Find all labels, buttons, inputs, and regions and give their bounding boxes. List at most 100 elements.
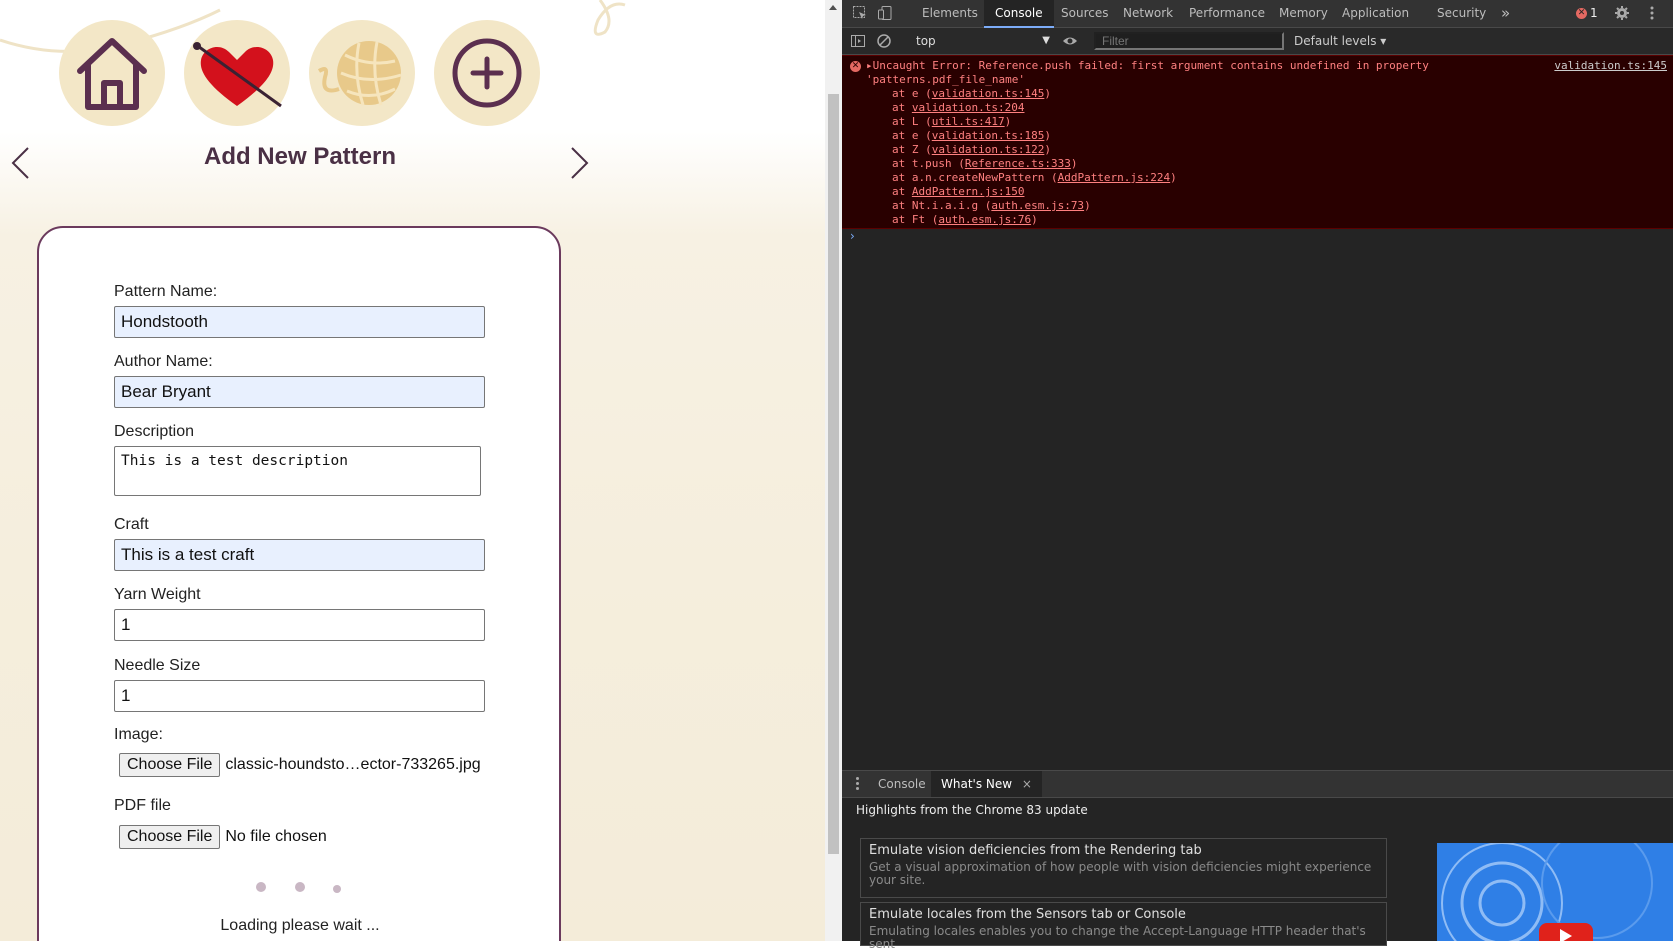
- error-source-link[interactable]: validation.ts:145: [1554, 59, 1667, 72]
- nav-add-pattern[interactable]: [434, 20, 540, 126]
- author-name-input[interactable]: [114, 376, 485, 408]
- dropdown-caret-icon: ▼: [1042, 35, 1050, 46]
- devtools-panel: Elements Console Sources Network Perform…: [842, 0, 1673, 951]
- stack-frame-link[interactable]: validation.ts:204: [912, 101, 1025, 114]
- context-select[interactable]: top ▼: [912, 32, 1054, 50]
- needle-size-input[interactable]: [114, 680, 485, 712]
- customize-menu-icon[interactable]: [1644, 5, 1660, 21]
- more-tabs-icon[interactable]: »: [1490, 0, 1521, 27]
- yarn-ball-icon: [317, 41, 402, 106]
- pdf-label: PDF file: [114, 797, 171, 814]
- loading-text: Loading please wait ...: [220, 917, 380, 934]
- tab-elements[interactable]: Elements: [911, 0, 989, 27]
- drawer-tab-bar: Console What's New ×: [842, 770, 1673, 798]
- card-title: Emulate locales from the Sensors tab or …: [869, 907, 1186, 922]
- home-icon: [77, 38, 147, 110]
- scroll-up-arrow-icon[interactable]: [829, 5, 837, 10]
- clear-console-icon[interactable]: [876, 33, 892, 49]
- stack-frame: at validation.ts:204: [892, 101, 1025, 114]
- nav-yarn[interactable]: [309, 20, 415, 126]
- pdf-file-name: No file chosen: [225, 828, 327, 845]
- tab-security[interactable]: Security: [1426, 0, 1497, 27]
- pdf-file-input: Choose File No file chosen: [119, 825, 327, 849]
- craft-input[interactable]: [114, 539, 485, 571]
- stack-frame-link[interactable]: util.ts:417: [932, 115, 1005, 128]
- drawer-tab-whats-new[interactable]: What's New ×: [931, 771, 1042, 797]
- yarn-weight-label: Yarn Weight: [114, 586, 201, 603]
- chevron-right-icon[interactable]: [566, 145, 592, 181]
- stack-frame-link[interactable]: auth.esm.js:76: [938, 213, 1031, 226]
- stack-frame-link[interactable]: AddPattern.js:150: [912, 185, 1025, 198]
- stack-frame-link[interactable]: AddPattern.js:224: [1058, 171, 1171, 184]
- drawer-tab-console[interactable]: Console: [868, 771, 936, 797]
- stack-frame: at AddPattern.js:150: [892, 185, 1025, 198]
- stack-frame-link[interactable]: validation.ts:122: [932, 143, 1045, 156]
- image-file-input: Choose File classic-houndsto…ector-73326…: [119, 753, 481, 777]
- error-text-line2: 'patterns.pdf_file_name': [866, 73, 1025, 86]
- close-drawer-tab-icon[interactable]: ×: [1022, 777, 1032, 791]
- error-icon: ✕: [850, 61, 861, 72]
- tab-network[interactable]: Network: [1112, 0, 1184, 27]
- console-error-message: ✕ ▸Uncaught Error: Reference.push failed…: [842, 55, 1673, 229]
- device-toolbar-icon[interactable]: [877, 5, 893, 21]
- devtools-tab-bar: Elements Console Sources Network Perform…: [842, 0, 1673, 28]
- page-scrollbar[interactable]: [825, 0, 842, 941]
- pdf-choose-file-button[interactable]: Choose File: [119, 825, 221, 849]
- stack-frame: at L (util.ts:417): [892, 115, 1012, 128]
- whats-new-card[interactable]: Emulate locales from the Sensors tab or …: [860, 902, 1387, 951]
- stack-frame-link[interactable]: validation.ts:145: [932, 87, 1045, 100]
- stack-frame-link[interactable]: auth.esm.js:73: [991, 199, 1084, 212]
- image-file-name: classic-houndsto…ector-733265.jpg: [225, 756, 481, 773]
- yarn-weight-input[interactable]: [114, 609, 485, 641]
- video-graphic-icon: [1441, 843, 1653, 941]
- sidebar-toggle-icon[interactable]: [850, 33, 866, 49]
- stack-frame: at e (validation.ts:145): [892, 87, 1051, 100]
- image-choose-file-button[interactable]: Choose File: [119, 753, 221, 777]
- nav-home[interactable]: [59, 20, 165, 126]
- console-prompt-chevron-icon[interactable]: ›: [850, 229, 855, 243]
- whats-new-card[interactable]: Emulate vision deficiencies from the Ren…: [860, 838, 1387, 898]
- stack-frame-link[interactable]: Reference.ts:333: [965, 157, 1071, 170]
- heart-needle-icon: [193, 42, 282, 108]
- author-name-label: Author Name:: [114, 353, 213, 370]
- craft-label: Craft: [114, 516, 149, 533]
- whats-new-video-thumbnail[interactable]: [1437, 843, 1673, 941]
- tab-console[interactable]: Console: [984, 0, 1054, 28]
- tab-performance[interactable]: Performance: [1178, 0, 1276, 27]
- error-text-line1[interactable]: ▸Uncaught Error: Reference.push failed: …: [866, 59, 1429, 73]
- stack-frame: at Nt.i.a.i.g (auth.esm.js:73): [892, 199, 1091, 212]
- tab-memory[interactable]: Memory: [1268, 0, 1339, 27]
- stack-frame: at Ft (auth.esm.js:76): [892, 213, 1038, 226]
- console-toolbar: top ▼ Default levels ▾: [842, 28, 1673, 55]
- stack-frame: at Z (validation.ts:122): [892, 143, 1051, 156]
- loading-dot: [333, 885, 341, 893]
- tab-application[interactable]: Application: [1331, 0, 1420, 27]
- scrollbar-thumb[interactable]: [828, 94, 839, 854]
- needle-size-label: Needle Size: [114, 657, 201, 674]
- card-title: Emulate vision deficiencies from the Ren…: [869, 843, 1202, 858]
- stack-frame: at t.push (Reference.ts:333): [892, 157, 1078, 170]
- card-description: Emulating locales enables you to change …: [869, 924, 1366, 951]
- add-circle-icon: [452, 38, 522, 108]
- error-count-badge[interactable]: ✕ 1: [1576, 6, 1598, 20]
- pattern-name-input[interactable]: [114, 306, 485, 338]
- inspect-element-icon[interactable]: [852, 5, 868, 21]
- settings-gear-icon[interactable]: [1614, 5, 1630, 21]
- loading-dot: [295, 882, 305, 892]
- pattern-name-label: Pattern Name:: [114, 283, 218, 300]
- description-textarea[interactable]: This is a test description: [114, 446, 481, 496]
- drawer-menu-icon[interactable]: [856, 777, 859, 792]
- nav-favorites[interactable]: [184, 20, 290, 126]
- tab-sources[interactable]: Sources: [1050, 0, 1119, 27]
- console-filter-input[interactable]: [1094, 32, 1284, 50]
- log-levels-dropdown[interactable]: Default levels ▾: [1294, 32, 1386, 50]
- page-title: Add New Pattern: [203, 143, 397, 170]
- live-expression-eye-icon[interactable]: [1062, 33, 1078, 49]
- stack-frame-link[interactable]: validation.ts:185: [932, 129, 1045, 142]
- chevron-left-icon[interactable]: [8, 145, 34, 181]
- stack-frame: at a.n.createNewPattern (AddPattern.js:2…: [892, 171, 1177, 184]
- whats-new-header: Highlights from the Chrome 83 update: [856, 803, 1088, 817]
- image-label: Image:: [114, 726, 163, 743]
- error-icon: ✕: [1576, 7, 1587, 19]
- loading-dot: [256, 882, 266, 892]
